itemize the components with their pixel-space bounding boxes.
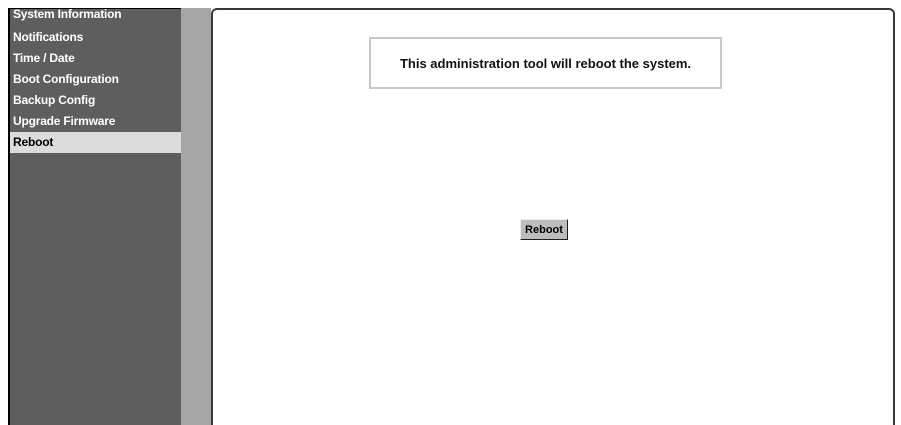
sidebar-menu: System Information Notifications Time / … [10, 7, 181, 153]
sidebar-item-reboot[interactable]: Reboot [10, 132, 181, 153]
content-panel: This administration tool will reboot the… [211, 8, 895, 425]
sidebar-nav: System Information Notifications Time / … [8, 7, 181, 425]
app-frame: System Information Notifications Time / … [0, 0, 901, 425]
sidebar-item-backup-config[interactable]: Backup Config [10, 90, 181, 111]
sidebar-item-system-information[interactable]: System Information [10, 7, 181, 27]
info-message-box: This administration tool will reboot the… [369, 37, 722, 89]
reboot-button[interactable]: Reboot [520, 219, 568, 240]
sidebar-item-boot-configuration[interactable]: Boot Configuration [10, 69, 181, 90]
reboot-message: This administration tool will reboot the… [399, 55, 692, 71]
sidebar-item-time-date[interactable]: Time / Date [10, 48, 181, 69]
frame-divider [181, 8, 211, 425]
sidebar-item-notifications[interactable]: Notifications [10, 27, 181, 48]
sidebar-item-upgrade-firmware[interactable]: Upgrade Firmware [10, 111, 181, 132]
